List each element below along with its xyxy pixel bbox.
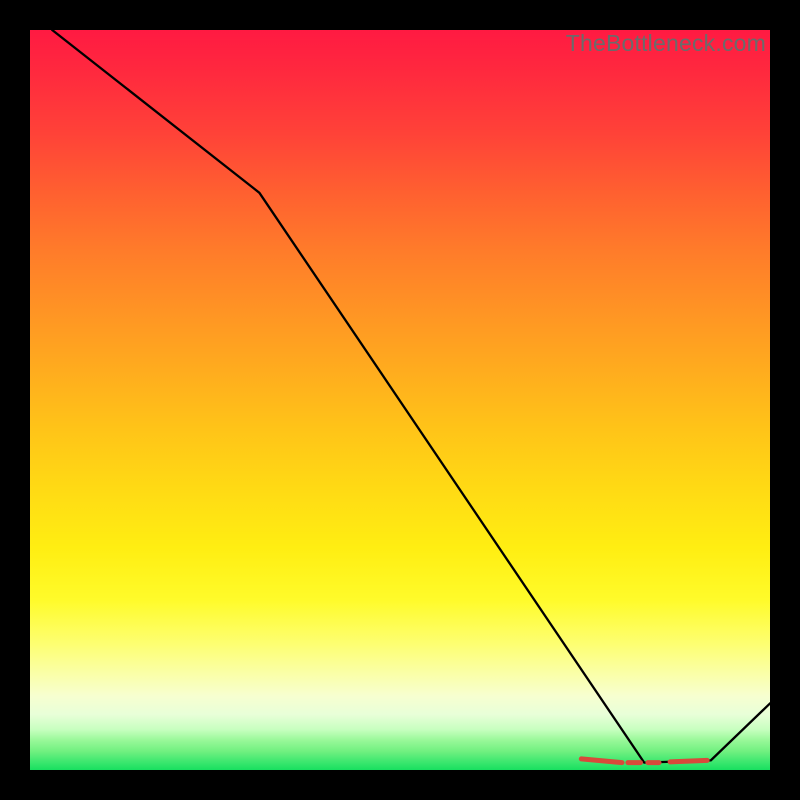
chart-line [52, 30, 770, 763]
valley-marker [670, 760, 707, 761]
valley-marker [581, 759, 622, 763]
plot-area: TheBottleneck.com [30, 30, 770, 770]
chart-svg [30, 30, 770, 770]
chart-container: TheBottleneck.com [0, 0, 800, 800]
